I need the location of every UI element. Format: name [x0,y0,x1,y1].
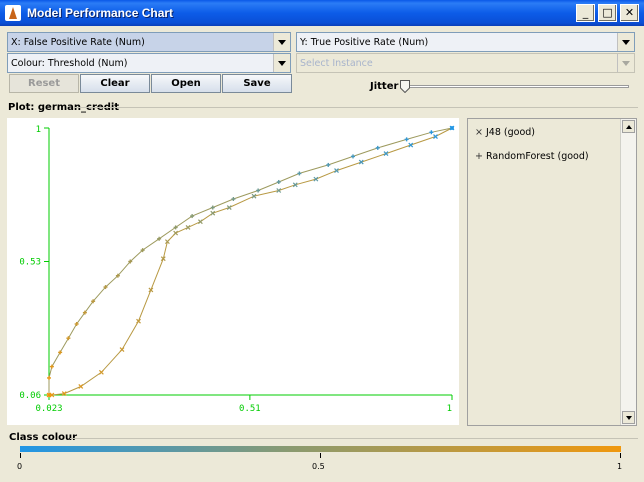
title-bar: Model Performance Chart _ □ ✕ [0,0,644,26]
data-point-randomforest [429,130,434,135]
legend-scrollbar[interactable] [620,119,636,425]
app-icon [5,5,21,21]
data-point-j48 [185,224,191,230]
plot-divider [74,107,638,108]
class-colour-label: Class colour [9,432,78,443]
data-point-j48 [173,230,179,236]
class-colour-divider [70,438,638,439]
legend-marker-randomforest: + [475,151,483,162]
data-point-randomforest [404,137,409,142]
class-colour-bar [20,446,621,452]
chevron-down-icon[interactable] [273,54,290,72]
reset-button[interactable]: Reset [9,74,79,93]
colour-tickmark-1 [620,453,621,458]
maximize-button[interactable]: □ [598,4,617,22]
series-line-randomforest [48,127,453,395]
data-point-randomforest [297,171,302,176]
x-tick-label: 1 [447,404,452,414]
colour-tickmark-05 [320,453,321,458]
x-tick-label: 0.023 [35,404,62,414]
y-tick-label: 0.06 [19,391,41,401]
data-point-randomforest [276,179,281,184]
data-point-j48 [119,347,125,352]
x-tick-label: 0.51 [239,404,261,414]
colour-tick-1: 1 [617,462,623,471]
open-button[interactable]: Open [151,74,221,93]
y-tick-label: 1 [36,125,41,135]
close-button[interactable]: ✕ [620,4,639,22]
data-point-randomforest [375,145,380,150]
window-title: Model Performance Chart [27,6,174,20]
data-point-randomforest [326,162,331,167]
select-instance-placeholder: Select Instance [300,58,373,69]
colour-tickmark-0 [20,453,21,458]
data-point-j48 [197,219,203,225]
colour-tick-0: 0 [17,462,23,471]
y-tick-label: 0.53 [19,258,41,268]
x-axis-select-value: X: False Positive Rate (Num) [11,37,145,48]
data-point-randomforest [231,197,236,202]
chevron-down-icon[interactable] [617,33,634,51]
jitter-slider-track[interactable] [400,85,629,88]
legend-marker-j48: × [475,127,483,138]
roc-plot[interactable]: 0.023 0.51 1 0.06 0.53 1 [7,118,459,425]
scroll-up-icon[interactable] [622,120,635,133]
clear-button[interactable]: Clear [80,74,150,93]
legend-label-j48: J48 (good) [486,127,536,138]
jitter-label: Jitter [370,81,399,92]
legend-item-randomforest[interactable]: + RandomForest (good) [475,151,589,162]
roc-chart: 0.023 0.51 1 0.06 0.53 1 [19,125,455,414]
series-line-j48 [49,127,453,396]
save-button[interactable]: Save [222,74,292,93]
select-instance-select[interactable]: Select Instance [296,53,635,73]
x-axis-select[interactable]: X: False Positive Rate (Num) [7,32,291,52]
data-point-randomforest [210,205,215,210]
minimize-button[interactable]: _ [576,4,595,22]
data-point-randomforest [47,375,51,380]
legend-item-j48[interactable]: × J48 (good) [475,127,535,138]
legend-panel: × J48 (good) + RandomForest (good) [467,118,637,426]
y-axis-select-value: Y: True Positive Rate (Num) [300,37,429,48]
data-point-randomforest [351,154,356,159]
data-point-randomforest [256,188,261,193]
chevron-down-icon[interactable] [273,33,290,51]
colour-select[interactable]: Colour: Threshold (Num) [7,53,291,73]
data-point-j48 [78,384,84,389]
scroll-down-icon[interactable] [622,411,635,424]
legend-label-randomforest: RandomForest (good) [486,151,589,162]
colour-tick-05: 0.5 [312,462,325,471]
colour-select-value: Colour: Threshold (Num) [11,58,128,69]
data-point-j48 [148,287,154,293]
jitter-slider-thumb[interactable] [400,80,410,93]
y-axis-select[interactable]: Y: True Positive Rate (Num) [296,32,635,52]
data-point-j48 [98,369,104,375]
chevron-down-icon[interactable] [617,54,634,72]
